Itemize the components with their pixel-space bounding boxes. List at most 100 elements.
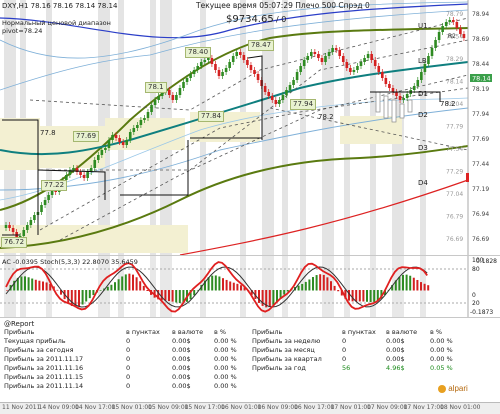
ac-bar: [114, 282, 116, 291]
equity-suffix: / 0: [276, 15, 287, 24]
candle-body: [11, 228, 15, 232]
session-stripe: [300, 0, 306, 255]
candle-body: [331, 48, 334, 52]
osc-axis-20: 20: [472, 300, 480, 307]
candle-body: [210, 58, 214, 64]
candle-body: [383, 95, 389, 119]
candle-body: [288, 85, 292, 90]
ac-bar: [175, 290, 178, 303]
candle-body: [448, 20, 452, 22]
table-row: Прибыль за год 56 4.96$ 0.05 %: [252, 364, 453, 372]
osc-axis-0182: 0.1828: [476, 258, 497, 265]
ac-bar: [405, 274, 408, 291]
ac-bar: [362, 290, 365, 302]
candle-body: [359, 62, 363, 66]
report-left-h2: в пунктах: [126, 328, 160, 336]
symbol-line: DXY,H1 78.16 78.16 78.14 78.14: [2, 2, 118, 10]
price-tick: 78.44: [472, 61, 489, 68]
session-stripe: [344, 256, 350, 318]
candle-body: [178, 88, 182, 95]
price-tick-alt: 77.04: [446, 191, 463, 198]
candle-body: [93, 160, 97, 168]
candle-body: [278, 100, 281, 104]
candle-body: [228, 62, 231, 68]
candle-body: [207, 58, 210, 60]
ac-bar: [330, 281, 332, 291]
candle-body: [136, 125, 139, 128]
price-label-78-1: 78.1: [145, 82, 167, 93]
candle-body: [72, 168, 75, 170]
ac-bar: [283, 290, 286, 295]
ac-bar: [27, 277, 30, 291]
candle-body: [192, 70, 196, 74]
ac-bar: [128, 273, 131, 291]
candle-body: [295, 72, 299, 80]
candle-body: [434, 40, 437, 48]
ac-bar: [337, 290, 340, 292]
report-table-left: Прибыль в пунктах в валюте в % Текущая п…: [2, 328, 256, 391]
candle-body: [253, 70, 256, 74]
ac-bar: [301, 283, 304, 291]
current-price-label: 78.14: [472, 75, 491, 83]
candle-body: [121, 142, 125, 145]
candle-body: [47, 195, 50, 200]
ac-bar: [304, 281, 307, 291]
ac-bar: [355, 290, 358, 302]
candle-body: [86, 172, 89, 178]
equity-value: $9734.65: [226, 14, 274, 25]
ac-bar: [326, 277, 329, 291]
candle-body: [381, 72, 384, 78]
candle-body: [43, 200, 47, 205]
candle-body: [302, 60, 306, 66]
candle-body: [79, 172, 82, 175]
time-tick: 14 Nov 09:00: [38, 404, 79, 411]
price-label-77-22: 77.22: [41, 180, 68, 191]
ac-bar: [106, 286, 109, 291]
price-tick: 77.19: [472, 186, 489, 193]
candle-body: [29, 220, 33, 225]
candle-body: [224, 68, 228, 72]
candle-body: [132, 128, 136, 132]
candle-body: [363, 58, 366, 62]
level-d2: D2: [418, 111, 428, 119]
ac-bar: [229, 281, 232, 291]
osc-title: AC -0.0395 Stoch(5,3,3) 22.8070 35.6459: [2, 258, 138, 266]
candle-body: [299, 66, 302, 72]
candle-body: [444, 22, 448, 26]
ac-bar: [319, 274, 322, 291]
ac-bar: [373, 290, 376, 302]
price-tick-alt: 77.79: [446, 124, 463, 131]
ac-bar: [409, 275, 412, 291]
ac-bar: [315, 275, 318, 291]
ac-bar: [211, 275, 214, 291]
candle-body: [388, 84, 391, 88]
price-label-77-84: 77.84: [198, 111, 225, 122]
ac-bar: [121, 276, 124, 291]
ac-bar: [139, 281, 142, 291]
candle-body: [171, 95, 175, 100]
ac-bar: [56, 289, 59, 291]
candle-body: [107, 140, 111, 148]
price-tick-alt: 76.79: [446, 214, 463, 221]
osc-axis-80: 80: [472, 266, 480, 273]
candle-body: [274, 100, 278, 104]
ac-bar: [171, 290, 174, 302]
oscillator-panel[interactable]: AC -0.0395 Stoch(5,3,3) 22.8070 35.6459 …: [0, 255, 500, 318]
candle-body: [139, 120, 143, 125]
candle-body: [402, 98, 405, 100]
time-tick: 17 Nov 17:00: [403, 404, 444, 411]
candle-body: [373, 60, 377, 66]
alpari-logo-text: alpari: [448, 384, 468, 393]
ac-bar: [34, 279, 37, 291]
ac-bar: [218, 276, 221, 291]
ac-histogram: [6, 273, 430, 308]
candle-body: [40, 205, 43, 212]
price-chart-panel[interactable]: 78.94 78.69 78.44 78.19 77.94 77.69 77.44 77.19…: [0, 0, 500, 255]
candle-body: [306, 56, 310, 60]
time-tick: 15 Nov 09:00: [148, 404, 189, 411]
price-label-78-40: 78.40: [185, 47, 212, 58]
table-row: Прибыль за сегодня 0 0.00$ 0.00 %: [4, 346, 237, 354]
candle-body: [128, 132, 132, 140]
ac-bar: [110, 284, 113, 291]
candle-body: [334, 48, 338, 50]
